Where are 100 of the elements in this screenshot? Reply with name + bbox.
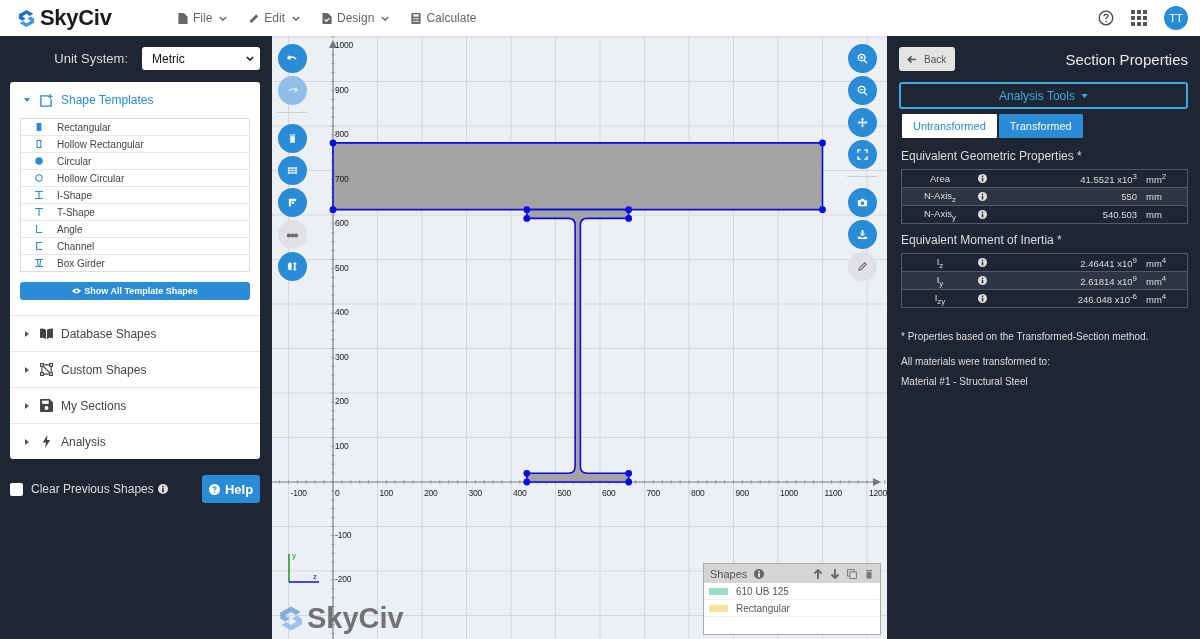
- property-label: I$_{y}$: [935, 273, 945, 288]
- template-item[interactable]: Channel: [21, 238, 249, 255]
- shape-list-item[interactable]: Rectangular: [704, 600, 880, 617]
- vertex-node[interactable]: [625, 206, 633, 214]
- axis-tick-label: -100: [335, 529, 352, 540]
- caret-right-icon: [24, 438, 30, 445]
- vertex-node[interactable]: [625, 478, 633, 486]
- template-item[interactable]: I-Shape: [21, 187, 249, 204]
- tab[interactable]: Untransformed: [902, 114, 997, 138]
- fit-screen-icon: [856, 149, 868, 160]
- clear-shapes-label: Clear Previous Shapes: [31, 482, 154, 496]
- shape-list-item[interactable]: 610 UB 125: [704, 583, 880, 600]
- channel-section-icon: [35, 242, 43, 250]
- book-icon: [40, 327, 53, 340]
- copy-icon[interactable]: [847, 568, 857, 579]
- camera-icon: [856, 197, 868, 208]
- info-icon[interactable]: [978, 174, 987, 183]
- info-icon[interactable]: [978, 192, 987, 201]
- accordion-header[interactable]: Custom Shapes: [10, 352, 260, 387]
- trash-icon[interactable]: [864, 568, 874, 579]
- arrow-up-icon[interactable]: [813, 568, 823, 579]
- vertex-node[interactable]: [329, 206, 337, 214]
- vertex-node[interactable]: [523, 469, 531, 477]
- angle-section-icon: [35, 225, 43, 233]
- corner-button[interactable]: [277, 188, 307, 217]
- help-icon[interactable]: [1098, 10, 1114, 26]
- pencil-icon: [249, 12, 260, 24]
- template-item[interactable]: Box Girder: [21, 255, 249, 271]
- axis-tick-label: 1000: [335, 40, 354, 50]
- rectangle-plate[interactable]: [332, 142, 824, 211]
- vertex-node[interactable]: [819, 206, 826, 214]
- axis-tick-label: 900: [335, 84, 349, 95]
- tab[interactable]: Transformed: [998, 114, 1083, 138]
- vertex-node[interactable]: [625, 469, 633, 477]
- undo-button[interactable]: [277, 44, 307, 73]
- template-item[interactable]: Hollow Circular: [21, 170, 249, 187]
- vertex-node[interactable]: [523, 206, 531, 214]
- property-label: I$_{zy}$: [933, 291, 947, 306]
- axis-indicator-drawing: [287, 552, 321, 584]
- template-item[interactable]: Angle: [21, 221, 249, 238]
- accordion-header[interactable]: Database Shapes: [10, 316, 260, 351]
- info-icon[interactable]: [157, 484, 168, 494]
- menu-item[interactable]: Design: [314, 6, 398, 30]
- show-all-templates-button[interactable]: Show All Template Shapes: [20, 282, 250, 300]
- vertex-node[interactable]: [819, 139, 826, 147]
- footnote: * Properties based on the Transformed-Section method.: [901, 331, 1150, 342]
- download-button[interactable]: [847, 220, 877, 249]
- zoom-out-icon: [856, 85, 868, 96]
- unit-system-select[interactable]: Metric: [142, 47, 260, 70]
- template-item[interactable]: Rectangular: [21, 119, 249, 136]
- chevron-down-icon: [381, 15, 390, 21]
- screenshot-button[interactable]: [847, 188, 877, 217]
- pan-button[interactable]: [847, 108, 877, 137]
- template-item[interactable]: Hollow Rectangular: [21, 136, 249, 153]
- zoom-out-button[interactable]: [847, 76, 877, 105]
- lightning-icon: [40, 435, 53, 448]
- t-section-icon: [35, 208, 43, 216]
- info-icon[interactable]: [978, 210, 987, 219]
- y-axis-label: y: [292, 551, 296, 560]
- vertex-node[interactable]: [523, 478, 531, 486]
- delete-button[interactable]: [277, 124, 307, 153]
- menu-item[interactable]: File: [170, 6, 236, 30]
- vertex-node[interactable]: [625, 215, 633, 222]
- i-beam-section[interactable]: [526, 208, 630, 483]
- arrow-down-icon[interactable]: [830, 568, 840, 579]
- info-icon[interactable]: [978, 258, 987, 267]
- apps-grid-icon[interactable]: [1131, 10, 1147, 26]
- z-axis-label: z: [313, 572, 317, 581]
- menu-item[interactable]: Edit: [241, 6, 309, 30]
- user-avatar[interactable]: TT: [1164, 6, 1188, 30]
- flip-button[interactable]: [277, 252, 307, 281]
- zoom-in-icon: [856, 53, 868, 64]
- vertex-node[interactable]: [329, 139, 337, 147]
- vertex-node[interactable]: [523, 215, 531, 222]
- axis-tick-label: 0: [335, 488, 340, 498]
- zoom-in-button[interactable]: [847, 44, 877, 73]
- material-note: All materials were transformed to:: [901, 356, 1051, 367]
- menu-item[interactable]: Calculate: [403, 6, 485, 30]
- accordion-header[interactable]: Shape Templates: [10, 82, 260, 118]
- template-item[interactable]: T-Shape: [21, 204, 249, 221]
- template-item[interactable]: Circular: [21, 153, 249, 170]
- axis-tick-label: 600: [335, 218, 349, 228]
- grid-button[interactable]: [277, 156, 307, 185]
- analysis-tools-dropdown[interactable]: Analysis Tools: [899, 82, 1188, 109]
- axis-tick-label: 400: [513, 488, 527, 498]
- help-button[interactable]: Help: [202, 475, 260, 503]
- info-icon[interactable]: [978, 276, 987, 285]
- logo-icon: [279, 605, 303, 632]
- back-button[interactable]: Back: [899, 47, 955, 71]
- fit-button[interactable]: [847, 140, 877, 169]
- axis-tick-label: 1200: [869, 488, 887, 498]
- section-heading: Equivalent Geometric Properties *: [901, 149, 1083, 163]
- checkbox[interactable]: [10, 482, 23, 496]
- accordion-header[interactable]: My Sections: [10, 388, 260, 423]
- property-label: N-Axis$_{y}$: [923, 207, 957, 222]
- axis-tick-label: 100: [335, 440, 349, 451]
- chevron-down-icon: [246, 56, 254, 61]
- i-section-icon: [35, 191, 43, 199]
- info-icon[interactable]: [978, 294, 987, 303]
- accordion-header[interactable]: Analysis: [10, 424, 260, 459]
